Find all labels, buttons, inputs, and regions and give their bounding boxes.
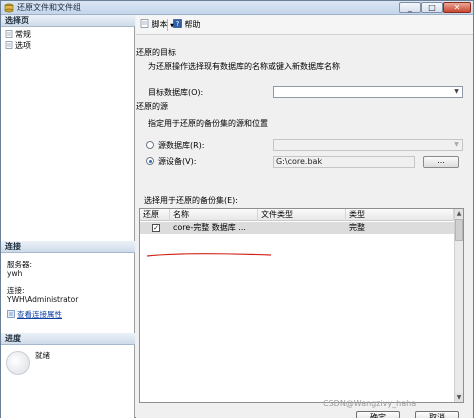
page-item-label: 常规 xyxy=(15,30,31,39)
server-label: 服务器: xyxy=(7,260,33,269)
column-header-name[interactable]: 名称 xyxy=(170,209,258,221)
page-icon xyxy=(5,30,13,38)
progress-status-icon xyxy=(6,351,30,375)
restore-source-desc: 指定用于还原的备份集的源和位置 xyxy=(148,119,268,128)
properties-icon xyxy=(7,310,15,318)
restore-dialog: 还原文件和文件组 _ □ ✕ 选择页 常规 选项 连接 服务器: ywh 连接:… xyxy=(0,0,474,418)
row-name: core-完整 数据库 ... xyxy=(173,223,246,232)
browse-button[interactable]: ... xyxy=(423,156,459,168)
window-title: 还原文件和文件组 xyxy=(17,3,81,12)
chevron-down-icon[interactable]: ▼ xyxy=(452,88,461,96)
view-connection-properties-label: 查看连接属性 xyxy=(17,310,62,319)
connection-value: YWH\Administrator xyxy=(7,295,79,304)
grid-header: 还原 名称 文件类型 类型 xyxy=(140,209,463,221)
grid-scrollbar[interactable]: ▲ ▼ xyxy=(454,209,463,402)
connection-label: 连接: xyxy=(7,286,25,295)
row-type: 完整 xyxy=(349,223,365,232)
maximize-button[interactable]: □ xyxy=(421,2,443,13)
from-database-label: 源数据库(R): xyxy=(158,141,205,150)
help-icon: ? xyxy=(173,19,182,28)
script-label: 脚本 xyxy=(151,20,168,29)
right-pane: 脚本 ▼ ? 帮助 还原的目标 为还原操作选择现有数据库的名称或键入新数据库名称… xyxy=(136,15,473,418)
select-page-header: 选择页 xyxy=(1,15,135,27)
ok-button[interactable]: 确定 xyxy=(356,411,400,418)
device-path-field[interactable]: G:\core.bak xyxy=(273,156,415,168)
watermark: CSDN@Wangzivy_haha xyxy=(323,399,417,408)
progress-header: 进度 xyxy=(1,333,135,345)
target-db-combo[interactable]: ▼ xyxy=(273,86,463,98)
from-device-label: 源设备(V): xyxy=(158,157,197,166)
cancel-button[interactable]: 取消 xyxy=(415,411,459,418)
left-pane: 选择页 常规 选项 连接 服务器: ywh 连接: YWH\Administra… xyxy=(1,15,135,418)
restore-checkbox[interactable]: ✓ xyxy=(152,224,160,232)
scroll-up-icon[interactable]: ▲ xyxy=(455,209,463,218)
column-header-type[interactable]: 类型 xyxy=(346,209,454,221)
title-bar: 还原文件和文件组 _ □ ✕ xyxy=(1,1,473,15)
close-button[interactable]: ✕ xyxy=(443,2,471,13)
from-database-combo[interactable]: ▼ xyxy=(273,139,463,151)
scroll-down-icon[interactable]: ▼ xyxy=(455,393,463,402)
svg-text:?: ? xyxy=(176,20,180,28)
toolbar-separator xyxy=(167,19,168,31)
page-item-general[interactable]: 常规 xyxy=(5,30,31,40)
column-header-file-type[interactable]: 文件类型 xyxy=(258,209,346,221)
backup-sets-grid[interactable]: 还原 名称 文件类型 类型 ✓ core-完整 数据库 ... 完整 ▲ ▼ xyxy=(139,208,464,403)
script-button[interactable]: 脚本 ▼ xyxy=(140,19,174,31)
row-file-type xyxy=(258,222,346,234)
from-database-radio[interactable] xyxy=(146,141,154,149)
view-connection-properties-link[interactable]: 查看连接属性 xyxy=(7,309,62,320)
scroll-thumb[interactable] xyxy=(455,219,463,241)
toolbar: 脚本 ▼ ? 帮助 xyxy=(136,15,473,35)
database-icon xyxy=(4,3,14,13)
restore-target-desc: 为还原操作选择现有数据库的名称或键入新数据库名称 xyxy=(148,62,340,71)
help-label: 帮助 xyxy=(184,20,201,29)
column-header-restore[interactable]: 还原 xyxy=(140,209,170,221)
chevron-down-icon[interactable]: ▼ xyxy=(452,141,461,149)
restore-source-group: 还原的源 xyxy=(136,102,168,111)
backup-sets-label: 选择用于还原的备份集(E): xyxy=(144,196,238,205)
page-icon xyxy=(5,41,13,49)
from-device-radio[interactable] xyxy=(146,157,154,165)
help-button[interactable]: ? 帮助 xyxy=(173,19,201,31)
table-row[interactable]: ✓ core-完整 数据库 ... 完整 xyxy=(140,222,455,234)
page-item-options[interactable]: 选项 xyxy=(5,41,31,51)
page-item-label: 选项 xyxy=(15,41,31,50)
minimize-button[interactable]: _ xyxy=(399,2,421,13)
connection-header: 连接 xyxy=(1,241,135,253)
server-value: ywh xyxy=(7,269,23,278)
red-underline-annotation xyxy=(146,253,272,257)
progress-status: 就绪 xyxy=(35,351,50,360)
restore-target-group: 还原的目标 xyxy=(136,48,176,57)
script-icon xyxy=(140,19,149,28)
target-db-label: 目标数据库(O): xyxy=(148,88,204,97)
